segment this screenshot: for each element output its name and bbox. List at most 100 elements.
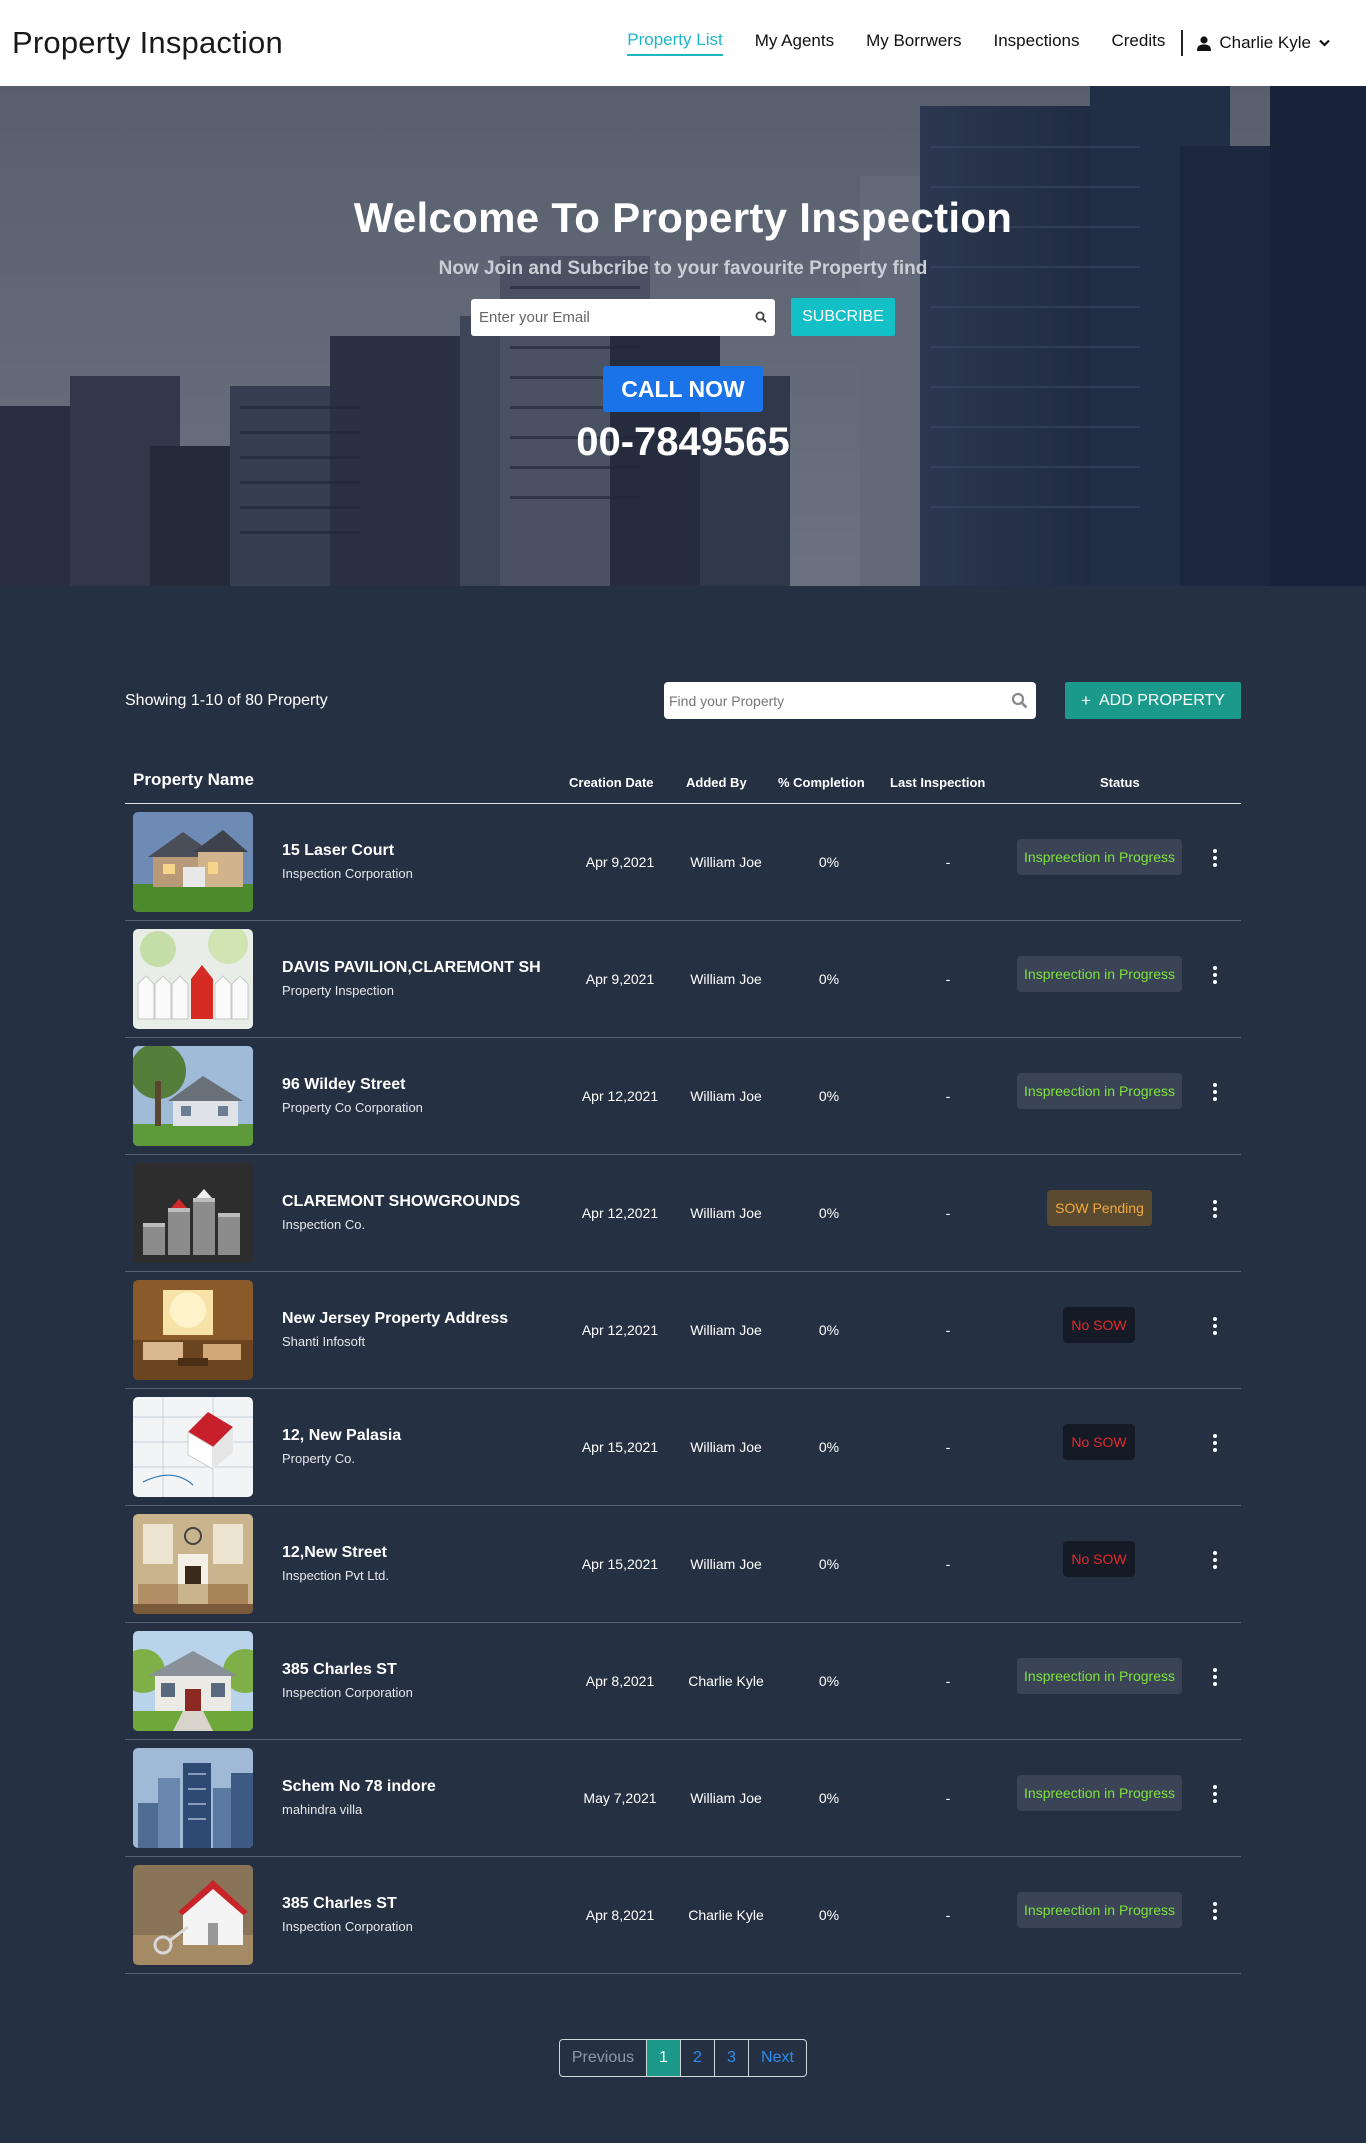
call-now-button[interactable]: CALL NOW — [603, 366, 763, 412]
more-options-icon[interactable] — [1205, 1195, 1225, 1223]
header-property-name[interactable]: Property Name — [133, 770, 254, 790]
property-thumbnail[interactable] — [133, 1163, 253, 1263]
nav-credits[interactable]: Credits — [1111, 31, 1165, 55]
property-name[interactable]: Schem No 78 indore — [282, 1778, 436, 1796]
added-by: William Joe — [690, 1790, 762, 1806]
property-thumbnail[interactable] — [133, 1397, 253, 1497]
property-thumbnail[interactable] — [133, 1865, 253, 1965]
completion-percent: 0% — [818, 971, 840, 987]
creation-date: Apr 9,2021 — [585, 971, 655, 987]
creation-date: Apr 15,2021 — [581, 1439, 659, 1455]
more-options-icon[interactable] — [1205, 1429, 1225, 1457]
table-row[interactable]: 385 Charles ST Inspection Corporation Apr … — [125, 1623, 1241, 1740]
property-thumbnail[interactable] — [133, 929, 253, 1029]
hero-subtitle: Now Join and Subcribe to your favourite … — [438, 258, 928, 279]
property-name[interactable]: DAVIS PAVILION,CLAREMONT SH — [282, 959, 541, 977]
table-row[interactable]: 385 Charles ST Inspection Corporation Apr … — [125, 1857, 1241, 1974]
more-options-icon[interactable] — [1205, 1897, 1225, 1925]
brand-title[interactable]: Property Inspaction — [12, 25, 283, 61]
property-name[interactable]: CLAREMONT SHOWGROUNDS — [282, 1193, 520, 1211]
nav-my-borrowers[interactable]: My Borrwers — [866, 31, 961, 55]
table-row[interactable]: New Jersey Property Address Shanti Infoso… — [125, 1272, 1241, 1389]
user-name: Charlie Kyle — [1219, 33, 1311, 52]
creation-date: Apr 8,2021 — [585, 1673, 655, 1689]
property-thumbnail[interactable] — [133, 1514, 253, 1614]
user-icon — [1197, 35, 1212, 51]
table-row[interactable]: DAVIS PAVILION,CLAREMONT SH Property Insp… — [125, 921, 1241, 1038]
status-badge: Inspreection in Progress — [1017, 1658, 1182, 1694]
property-search-input[interactable] — [669, 692, 1011, 709]
more-options-icon[interactable] — [1205, 844, 1225, 872]
table-row[interactable]: 96 Wildey Street Property Co Corporation A… — [125, 1038, 1241, 1155]
search-icon[interactable] — [1011, 692, 1028, 709]
table-row[interactable]: CLAREMONT SHOWGROUNDS Inspection Co. Apr 1… — [125, 1155, 1241, 1272]
pagination: Previous 1 2 3 Next — [559, 2039, 807, 2077]
property-name[interactable]: 96 Wildey Street — [282, 1076, 405, 1094]
email-input-wrapper — [471, 298, 775, 336]
header-last-inspection[interactable]: Last Inspection — [890, 775, 985, 790]
completion-percent: 0% — [818, 1088, 840, 1104]
added-by: William Joe — [690, 971, 762, 987]
header-creation-date[interactable]: Creation Date — [569, 775, 654, 790]
property-name[interactable]: New Jersey Property Address — [282, 1310, 508, 1328]
more-options-icon[interactable] — [1205, 1663, 1225, 1691]
more-options-icon[interactable] — [1205, 1546, 1225, 1574]
subscribe-button[interactable]: SUBCRIBE — [791, 298, 895, 336]
completion-percent: 0% — [818, 1439, 840, 1455]
property-name[interactable]: 385 Charles ST — [282, 1661, 397, 1679]
search-icon — [755, 311, 767, 323]
pagination-previous[interactable]: Previous — [560, 2040, 646, 2076]
property-name[interactable]: 385 Charles ST — [282, 1895, 397, 1913]
creation-date: Apr 9,2021 — [585, 854, 655, 870]
property-company: Shanti Infosoft — [282, 1334, 366, 1349]
completion-percent: 0% — [818, 1790, 840, 1806]
added-by: William Joe — [690, 1556, 762, 1572]
more-options-icon[interactable] — [1205, 1312, 1225, 1340]
property-search-wrapper — [664, 682, 1036, 719]
property-thumbnail[interactable] — [133, 1631, 253, 1731]
property-thumbnail[interactable] — [133, 812, 253, 912]
status-badge: Inspreection in Progress — [1017, 956, 1182, 992]
more-options-icon[interactable] — [1205, 961, 1225, 989]
property-name[interactable]: 12, New Palasia — [282, 1427, 401, 1445]
completion-percent: 0% — [818, 1205, 840, 1221]
table-row[interactable]: 15 Laser Court Inspection Corporation Apr … — [125, 804, 1241, 921]
pagination-page-1[interactable]: 1 — [646, 2040, 680, 2076]
more-options-icon[interactable] — [1205, 1078, 1225, 1106]
property-name[interactable]: 12,New Street — [282, 1544, 387, 1562]
pagination-page-3[interactable]: 3 — [714, 2040, 748, 2076]
more-options-icon[interactable] — [1205, 1780, 1225, 1808]
nav-inspections[interactable]: Inspections — [993, 31, 1079, 55]
completion-percent: 0% — [818, 1907, 840, 1923]
property-thumbnail[interactable] — [133, 1046, 253, 1146]
table-row[interactable]: Schem No 78 indore mahindra villa May 7,20… — [125, 1740, 1241, 1857]
property-toolbar: Showing 1-10 of 80 Property + ADD PROPER… — [125, 682, 1241, 720]
pagination-next[interactable]: Next — [748, 2040, 806, 2076]
nav-property-list[interactable]: Property List — [627, 30, 723, 56]
nav-my-agents[interactable]: My Agents — [755, 31, 834, 55]
added-by: William Joe — [690, 1205, 762, 1221]
add-property-label: ADD PROPERTY — [1098, 691, 1225, 709]
pagination-page-2[interactable]: 2 — [680, 2040, 714, 2076]
last-inspection: - — [945, 1439, 951, 1455]
add-property-button[interactable]: + ADD PROPERTY — [1065, 682, 1241, 719]
property-company: mahindra villa — [282, 1802, 363, 1817]
header-status[interactable]: Status — [1100, 775, 1140, 790]
creation-date: Apr 12,2021 — [581, 1088, 659, 1104]
table-body: 15 Laser Court Inspection Corporation Apr … — [125, 804, 1241, 1974]
property-company: Property Co Corporation — [282, 1100, 423, 1115]
email-input[interactable] — [479, 308, 755, 326]
added-by: Charlie Kyle — [688, 1673, 764, 1689]
status-badge: No SOW — [1063, 1307, 1135, 1343]
property-thumbnail[interactable] — [133, 1280, 253, 1380]
creation-date: Apr 8,2021 — [585, 1907, 655, 1923]
property-name[interactable]: 15 Laser Court — [282, 842, 394, 860]
property-thumbnail[interactable] — [133, 1748, 253, 1848]
user-menu[interactable]: Charlie Kyle — [1197, 33, 1338, 53]
table-row[interactable]: 12,New Street Inspection Pvt Ltd. Apr 15,2… — [125, 1506, 1241, 1623]
table-row[interactable]: 12, New Palasia Property Co. Apr 15,2021 Wi… — [125, 1389, 1241, 1506]
header-added-by[interactable]: Added By — [686, 775, 747, 790]
creation-date: May 7,2021 — [583, 1790, 657, 1806]
property-company: Property Co. — [282, 1451, 355, 1466]
header-completion[interactable]: % Completion — [778, 775, 865, 790]
